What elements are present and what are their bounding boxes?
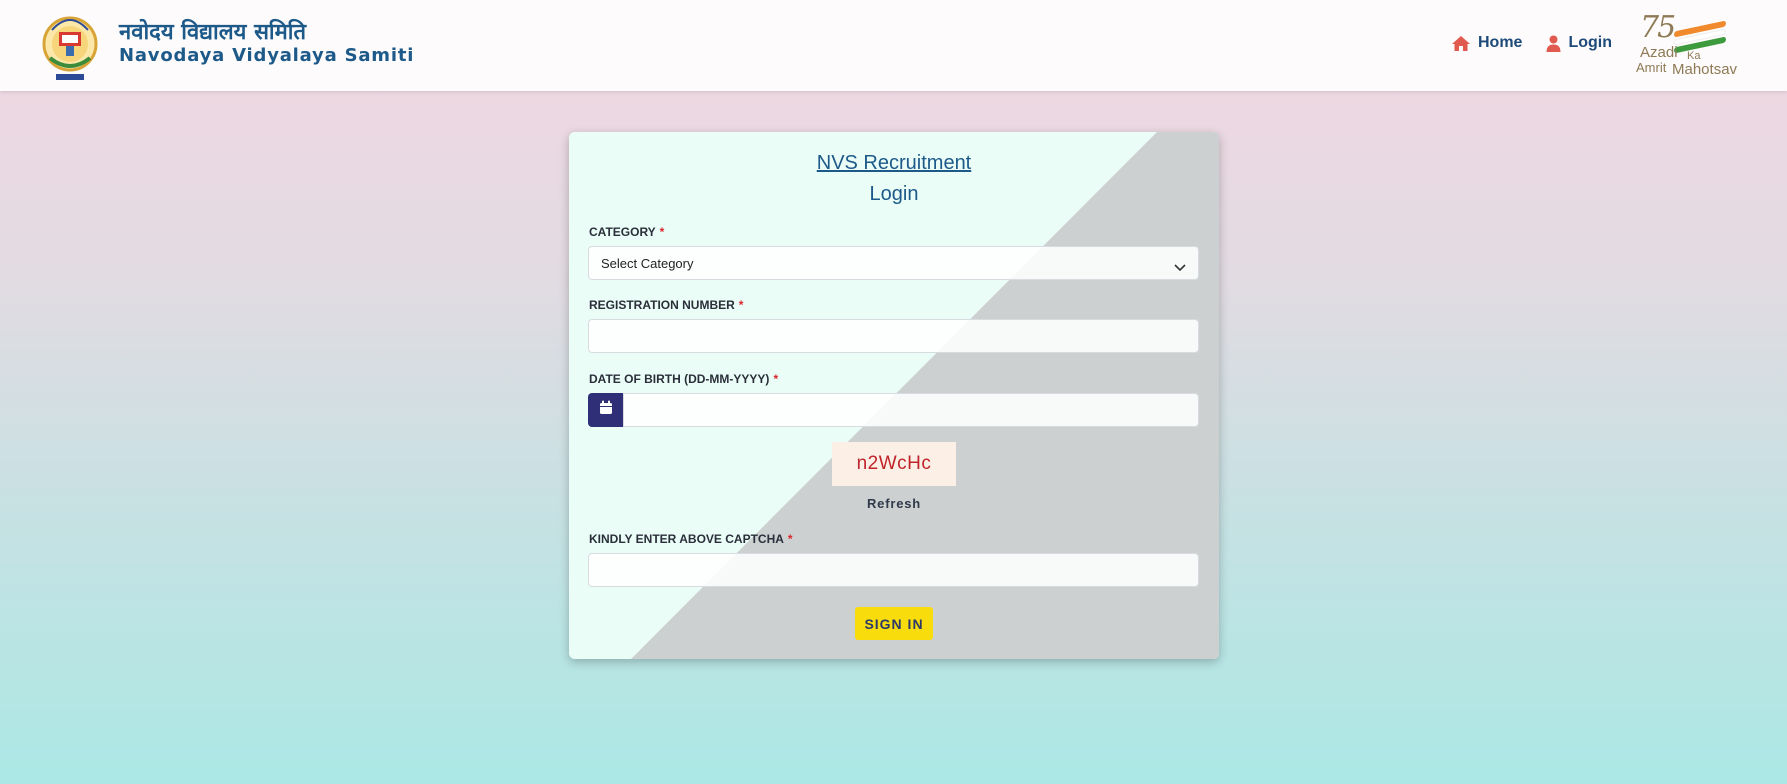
nav-login-label: Login	[1568, 34, 1612, 51]
login-card: NVS Recruitment Login CATEGORY * Select C…	[569, 132, 1219, 659]
required-mark: *	[773, 372, 779, 386]
user-icon	[1546, 35, 1561, 52]
required-mark: *	[738, 298, 744, 312]
nav-login-link[interactable]: Login	[1546, 34, 1612, 52]
home-icon	[1451, 35, 1471, 52]
refresh-captcha-link[interactable]: Refresh	[569, 496, 1219, 511]
azadi-number: 75	[1640, 10, 1676, 45]
category-selected-value: Select Category	[601, 256, 694, 271]
site-header: नवोदय विद्यालय समिति Navodaya Vidyalaya …	[0, 0, 1787, 91]
sign-in-button[interactable]: SIGN IN	[855, 607, 933, 640]
captcha-input[interactable]	[588, 553, 1199, 587]
captcha-input-label-text: KINDLY ENTER ABOVE CAPTCHA	[589, 532, 784, 546]
captcha-image: n2WcHc	[832, 442, 956, 486]
category-label: CATEGORY *	[589, 225, 664, 239]
top-nav: Home Login	[1451, 34, 1612, 52]
amrit-text: Amrit	[1636, 60, 1667, 75]
org-name-english: Navodaya Vidyalaya Samiti	[119, 45, 415, 66]
nvs-emblem-icon[interactable]	[40, 8, 100, 84]
nav-home-link[interactable]: Home	[1451, 34, 1522, 52]
calendar-icon	[599, 400, 613, 420]
dob-label-text: DATE OF BIRTH (DD-MM-YYYY)	[589, 372, 770, 386]
registration-number-input[interactable]	[588, 319, 1199, 353]
card-title-link[interactable]: NVS Recruitment	[569, 152, 1219, 175]
mahotsav-text: Mahotsav	[1672, 61, 1738, 78]
registration-label-text: REGISTRATION NUMBER	[589, 298, 735, 312]
azadi-text: Azadi	[1640, 44, 1678, 61]
required-mark: *	[659, 225, 665, 239]
nav-home-label: Home	[1478, 34, 1523, 51]
dob-input[interactable]	[623, 393, 1199, 427]
card-subtitle: Login	[869, 183, 919, 205]
registration-label: REGISTRATION NUMBER *	[589, 298, 743, 312]
chevron-down-icon	[1174, 259, 1186, 277]
category-label-text: CATEGORY	[589, 225, 656, 239]
azadi-ka-amrit-mahotsav-logo: 75 Azadi Amrit Ka Mahotsav	[1634, 10, 1746, 80]
dob-label: DATE OF BIRTH (DD-MM-YYYY) *	[589, 372, 778, 386]
calendar-button[interactable]	[588, 393, 623, 427]
captcha-input-label: KINDLY ENTER ABOVE CAPTCHA *	[589, 532, 793, 546]
required-mark: *	[787, 532, 793, 546]
org-name-hindi: नवोदय विद्यालय समिति	[119, 20, 307, 45]
category-select[interactable]: Select Category	[588, 246, 1199, 280]
